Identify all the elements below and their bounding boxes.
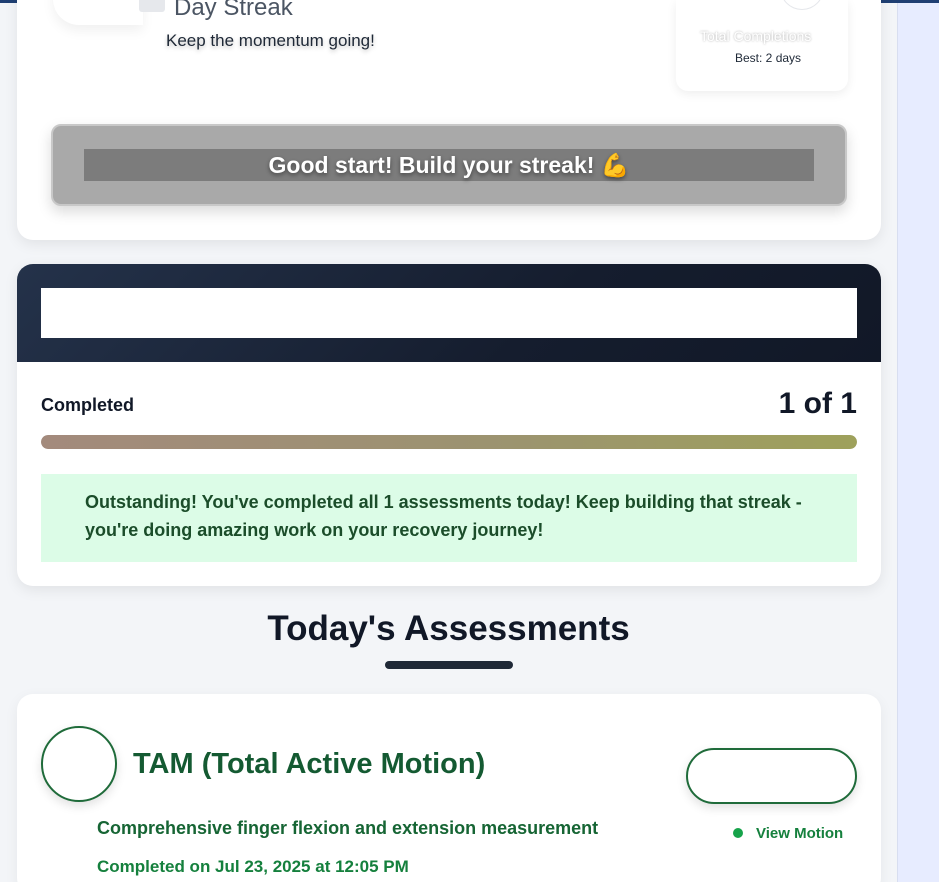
assessment-title: TAM (Total Active Motion) [133,748,486,780]
progress-header-field [41,288,857,338]
view-motion-link[interactable]: View Motion [717,816,873,850]
streak-subtitle: Keep the momentum going! [166,31,375,50]
assessment-icon-circle [41,726,117,802]
completed-label: Completed [41,395,135,415]
total-completions-box [676,0,848,91]
streak-title: Day Streak [174,0,293,21]
assessment-description: Comprehensive finger flexion and extensi… [97,818,599,838]
motivation-banner: Good start! Build your streak! 💪 [51,124,847,206]
progress-bar-fill [41,435,857,449]
view-motion-label: View Motion [756,824,844,842]
assessment-action-button[interactable] [686,748,857,804]
streak-icon-box [53,0,143,25]
motivation-text: Good start! Build your streak! 💪 [84,149,814,181]
status-dot-icon [733,828,743,838]
completed-count: 1 of 1 [778,387,857,420]
completion-message: Outstanding! You've completed all 1 asse… [41,474,857,562]
section-title: Today's Assessments [267,609,630,648]
best-streak: Best: 2 days [735,51,802,65]
progress-bar [41,435,857,449]
right-side-panel [897,3,939,882]
daily-progress-card: Completed 1 of 1 Outstanding! You've com… [17,264,881,586]
total-completions-label: Total Completions [700,28,812,44]
section-underline [385,661,513,669]
streak-count-badge [139,0,165,12]
assessment-card[interactable]: TAM (Total Active Motion) Comprehensive … [17,694,881,882]
progress-header [17,264,881,362]
assessment-completed-on: Completed on Jul 23, 2025 at 12:05 PM [97,857,409,876]
